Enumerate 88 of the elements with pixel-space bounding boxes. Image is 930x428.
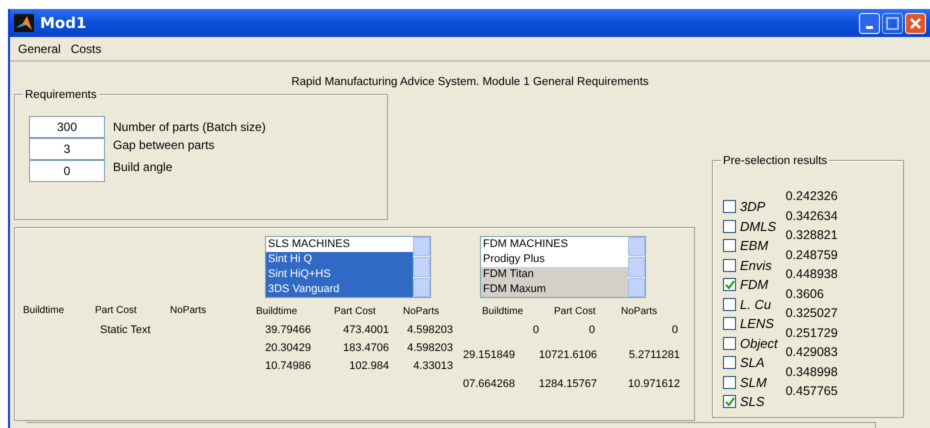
machine-listbox[interactable]: SLS MACHINES Sint Hi Q Sint HiQ+HS 3DS Vanguard <box>265 236 431 298</box>
column-header: Buildtime <box>256 305 298 319</box>
table-cell-text: 183.4706 <box>342 341 389 356</box>
table-cell-text: 07.664268 <box>462 377 515 392</box>
list-item[interactable]: FDM Maxum <box>481 282 628 297</box>
table-cell-text: 1284.15767 <box>538 377 597 392</box>
table-cell-text: 0 <box>670 323 678 338</box>
scrollbar[interactable] <box>628 237 645 297</box>
column-header: Part Cost <box>554 305 596 319</box>
list-item[interactable]: 3DS Vanguard <box>266 282 413 297</box>
minimize-icon <box>866 26 873 29</box>
table-cell-text: 10.971612 <box>627 377 680 392</box>
score-value: 0.251729 <box>786 324 838 342</box>
field-label: Build angle <box>113 159 172 176</box>
column-header: Part Cost <box>334 305 376 319</box>
number-field[interactable]: 0 <box>29 160 105 182</box>
checkbox-label: 3DP <box>740 199 766 214</box>
maximize-button[interactable] <box>882 12 903 34</box>
scrollbar[interactable] <box>413 237 430 297</box>
list-item[interactable]: FDM MACHINES <box>481 237 628 252</box>
field-label: Number of parts (Batch size) <box>113 119 266 136</box>
column-header: Buildtime <box>23 304 64 318</box>
table-cell-text: 29.151849 <box>462 348 515 363</box>
field-label: Gap between parts <box>113 137 214 154</box>
checkbox[interactable] <box>723 258 736 272</box>
score-value: 0.457765 <box>786 383 838 400</box>
table-cell-text: 102.984 <box>348 359 389 374</box>
table-cell-text: 473.4001 <box>342 323 389 338</box>
window-title: Mod1 <box>40 14 86 32</box>
checkbox-label: SLM <box>740 374 767 390</box>
checkbox[interactable] <box>723 298 736 311</box>
checkbox[interactable] <box>723 200 736 214</box>
checkbox-label: DMLS <box>740 218 776 234</box>
checkbox-label: Envis <box>740 258 772 273</box>
checkbox[interactable] <box>723 278 736 292</box>
heading-text: Rapid Manufacturing Advice System. Module 1 General Requirements <box>291 76 649 88</box>
column-header: NoParts <box>403 305 440 319</box>
list-item[interactable]: SLS MACHINES <box>266 237 413 252</box>
checkbox[interactable] <box>723 356 736 370</box>
checkbox[interactable] <box>723 220 736 233</box>
score-value: 0.3606 <box>786 286 825 302</box>
machine-listbox[interactable]: FDM MACHINES Prodigy Plus FDM Titan FDM Maxum <box>480 236 646 298</box>
score-value: 0.242326 <box>786 188 838 205</box>
menu-item[interactable]: Costs <box>66 38 106 60</box>
checkbox[interactable] <box>723 317 736 330</box>
static-text: Static Text <box>100 323 151 338</box>
app-icon <box>14 14 34 32</box>
score-value: 0.248759 <box>786 246 838 264</box>
table-cell-text: 0 <box>532 323 539 338</box>
checkbox-label: LENS <box>740 316 774 332</box>
minimize-button[interactable] <box>859 12 880 34</box>
table-cell-text: 20.30429 <box>264 341 311 356</box>
list-item[interactable]: Sint HiQ+HS <box>266 267 413 282</box>
checkbox-label: SLA <box>740 355 765 370</box>
score-value: 0.429083 <box>786 344 838 361</box>
score-value: 0.448938 <box>786 266 838 283</box>
checkbox[interactable] <box>723 376 736 389</box>
list-item[interactable]: Prodigy Plus <box>481 252 628 267</box>
number-field[interactable]: 300 <box>29 116 105 138</box>
close-button[interactable] <box>905 12 926 34</box>
list-item[interactable]: FDM Titan <box>481 267 628 282</box>
score-value: 0.325027 <box>786 305 838 322</box>
checkbox[interactable] <box>723 336 736 350</box>
table-cell-text: 0 <box>588 323 595 338</box>
table-cell-text: 4.598203 <box>406 341 453 356</box>
checkbox-label: SLS <box>740 394 765 410</box>
checkbox-label: FDM <box>740 277 768 292</box>
checkbox[interactable] <box>723 395 736 408</box>
checkbox-label: Object <box>740 336 778 351</box>
table-cell-text: 10.74986 <box>264 359 311 374</box>
table-cell-text: 5.2711281 <box>628 348 680 363</box>
column-header: NoParts <box>621 305 658 319</box>
checkbox-label: L. Cu <box>740 296 772 312</box>
list-item[interactable]: Sint Hi Q <box>266 252 413 267</box>
table-cell-text: 4.598203 <box>406 323 453 338</box>
column-header: Part Cost <box>95 304 137 318</box>
column-header: NoParts <box>170 304 206 318</box>
score-value: 0.342634 <box>786 208 838 224</box>
score-value: 0.348998 <box>786 364 838 380</box>
column-header: Buildtime <box>482 305 524 319</box>
table-cell-text: 4.33013 <box>412 359 453 374</box>
menu-item[interactable]: General <box>14 38 65 60</box>
table-cell-text: 39.79466 <box>264 323 311 338</box>
table-cell-text: 10721.6106 <box>538 348 597 363</box>
score-value: 0.328821 <box>786 227 838 244</box>
checkbox[interactable] <box>723 239 736 252</box>
checkbox-label: EBM <box>740 238 768 254</box>
number-field[interactable]: 3 <box>29 138 105 160</box>
